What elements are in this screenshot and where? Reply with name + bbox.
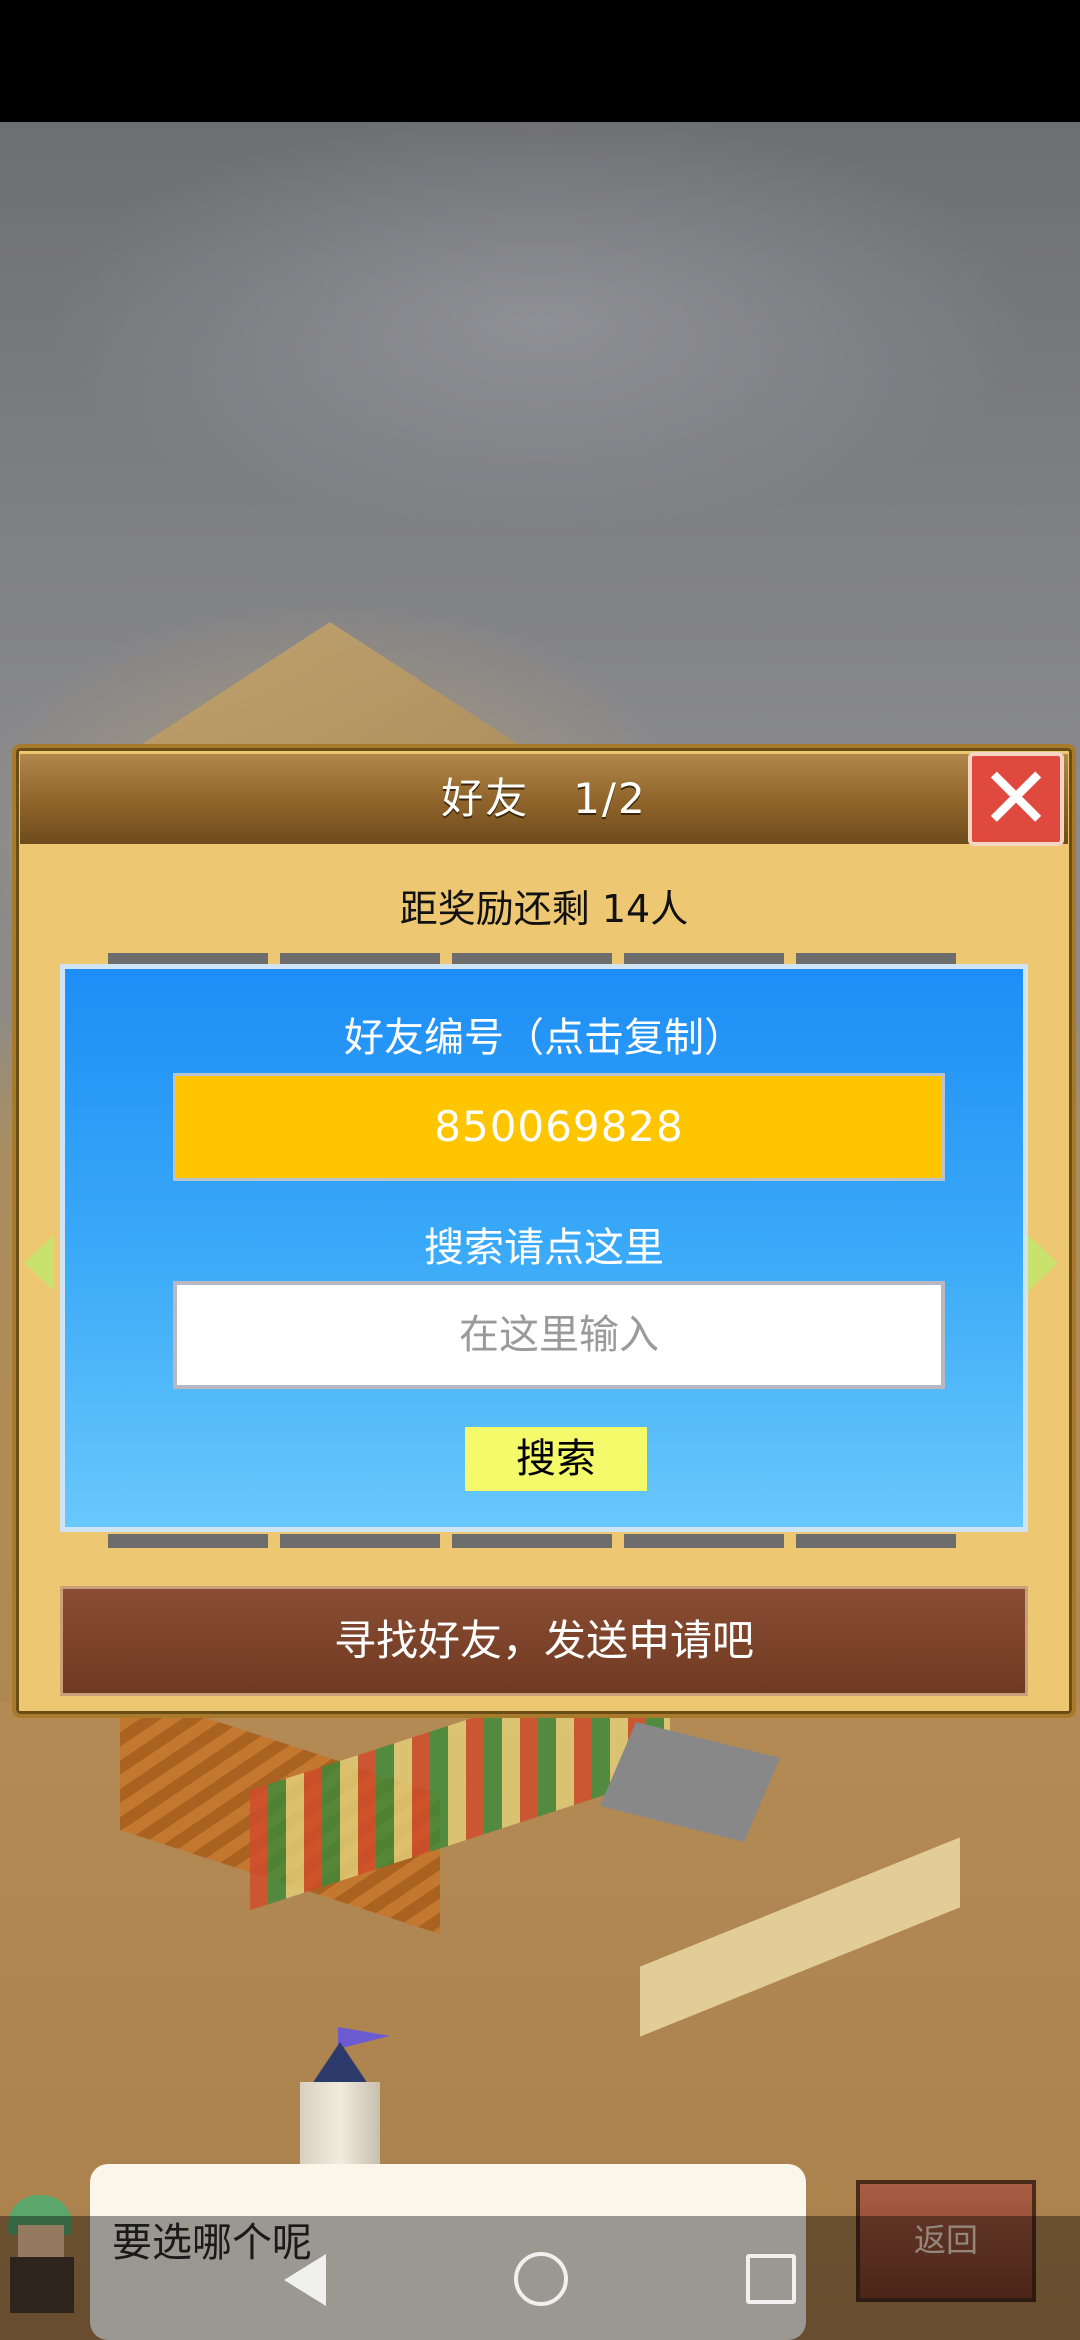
search-label: 搜索请点这里 (424, 1225, 664, 1271)
close-button[interactable]: ✕ (968, 752, 1064, 846)
tab-slot (108, 1534, 268, 1548)
tab-slot (624, 1534, 784, 1548)
tab-slot (280, 1534, 440, 1548)
friend-panel: 好友编号（点击复制） 850069828 搜索请点这里 搜索 (60, 964, 1028, 1532)
friend-id-copy-button[interactable]: 850069828 (173, 1073, 945, 1181)
page-tabs-bottom (72, 1534, 1048, 1548)
tab-slot (796, 1534, 956, 1548)
nav-back-icon[interactable] (284, 2254, 326, 2306)
search-input[interactable] (173, 1281, 945, 1389)
send-request-button[interactable]: 寻找好友，发送申请吧 (60, 1586, 1028, 1696)
dialog-title: 好友 1/2 (441, 774, 647, 823)
search-button[interactable]: 搜索 (465, 1427, 647, 1491)
arrow-right-icon[interactable] (1028, 1235, 1058, 1291)
nav-home-icon[interactable] (514, 2252, 568, 2306)
fog (0, 122, 1080, 762)
tab-slot (452, 1534, 612, 1548)
status-bar (0, 0, 1080, 122)
friends-dialog: 好友 1/2 ✕ 距奖励还剩 14人 好友编号（点击复制） 850069828 … (12, 744, 1076, 1718)
nav-recent-icon[interactable] (746, 2254, 796, 2304)
arrow-left-icon[interactable] (24, 1235, 54, 1291)
reward-remaining-text: 距奖励还剩 14人 (399, 887, 689, 931)
friend-id-label: 好友编号（点击复制） (344, 1015, 744, 1061)
close-icon: ✕ (979, 749, 1053, 849)
